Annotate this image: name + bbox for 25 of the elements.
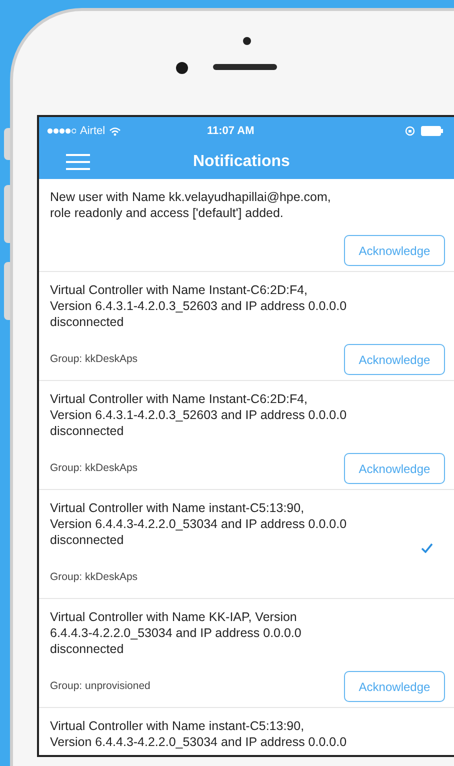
rotation-lock-icon [405, 126, 415, 136]
acknowledge-button[interactable]: Acknowledge [344, 671, 445, 702]
camera-icon [176, 62, 188, 74]
clock-time: 11:07 AM [207, 124, 254, 139]
carrier-name: Airtel [80, 124, 106, 139]
notification-message: Virtual Controller with Name instant-C5:13:90, Version 6.4.4.3-4.2.2.0_53034 and IP address 0.0.0.0 [50, 718, 347, 750]
notification-message: Virtual Controller with Name KK-IAP, Version 6.4.4.3-4.2.2.0_53034 and IP address 0.0.0.0 disconnected [50, 609, 302, 657]
group-label: Group: kkDeskAps [50, 460, 138, 476]
battery-icon [421, 126, 443, 136]
group-label: Group: kkDeskAps [50, 352, 138, 367]
notification-message: New user with Name kk.velayudhapillai@hpe.com, role readonly and access ['default'] added. [50, 189, 331, 221]
screen-title: Notifications [193, 152, 290, 172]
group-label: Group: unprovisioned [50, 678, 150, 694]
signal-icon [47, 128, 76, 134]
menu-button[interactable] [66, 153, 90, 171]
speaker-grille-icon [213, 64, 277, 70]
wifi-icon [109, 126, 122, 136]
acknowledge-button[interactable]: Acknowledge [344, 235, 445, 266]
notification-message: Virtual Controller with Name Instant-C6:2D:F4, Version 6.4.3.1-4.2.0.3_52603 and IP address 0.0.0.0 disconnected [50, 282, 347, 330]
notification-message: Virtual Controller with Name Instant-C6:2D:F4, Version 6.4.3.1-4.2.0.3_52603 and IP address 0.0.0.0 disconnected [50, 391, 347, 439]
group-label: Group: kkDeskAps [50, 570, 138, 585]
menu-icon [66, 154, 90, 170]
acknowledge-button[interactable]: Acknowledge [344, 453, 445, 484]
notification-message: Virtual Controller with Name instant-C5:13:90, Version 6.4.4.3-4.2.2.0_53034 and IP address 0.0.0.0 disconnected [50, 500, 347, 548]
acknowledge-button[interactable]: Acknowledge [344, 344, 445, 375]
